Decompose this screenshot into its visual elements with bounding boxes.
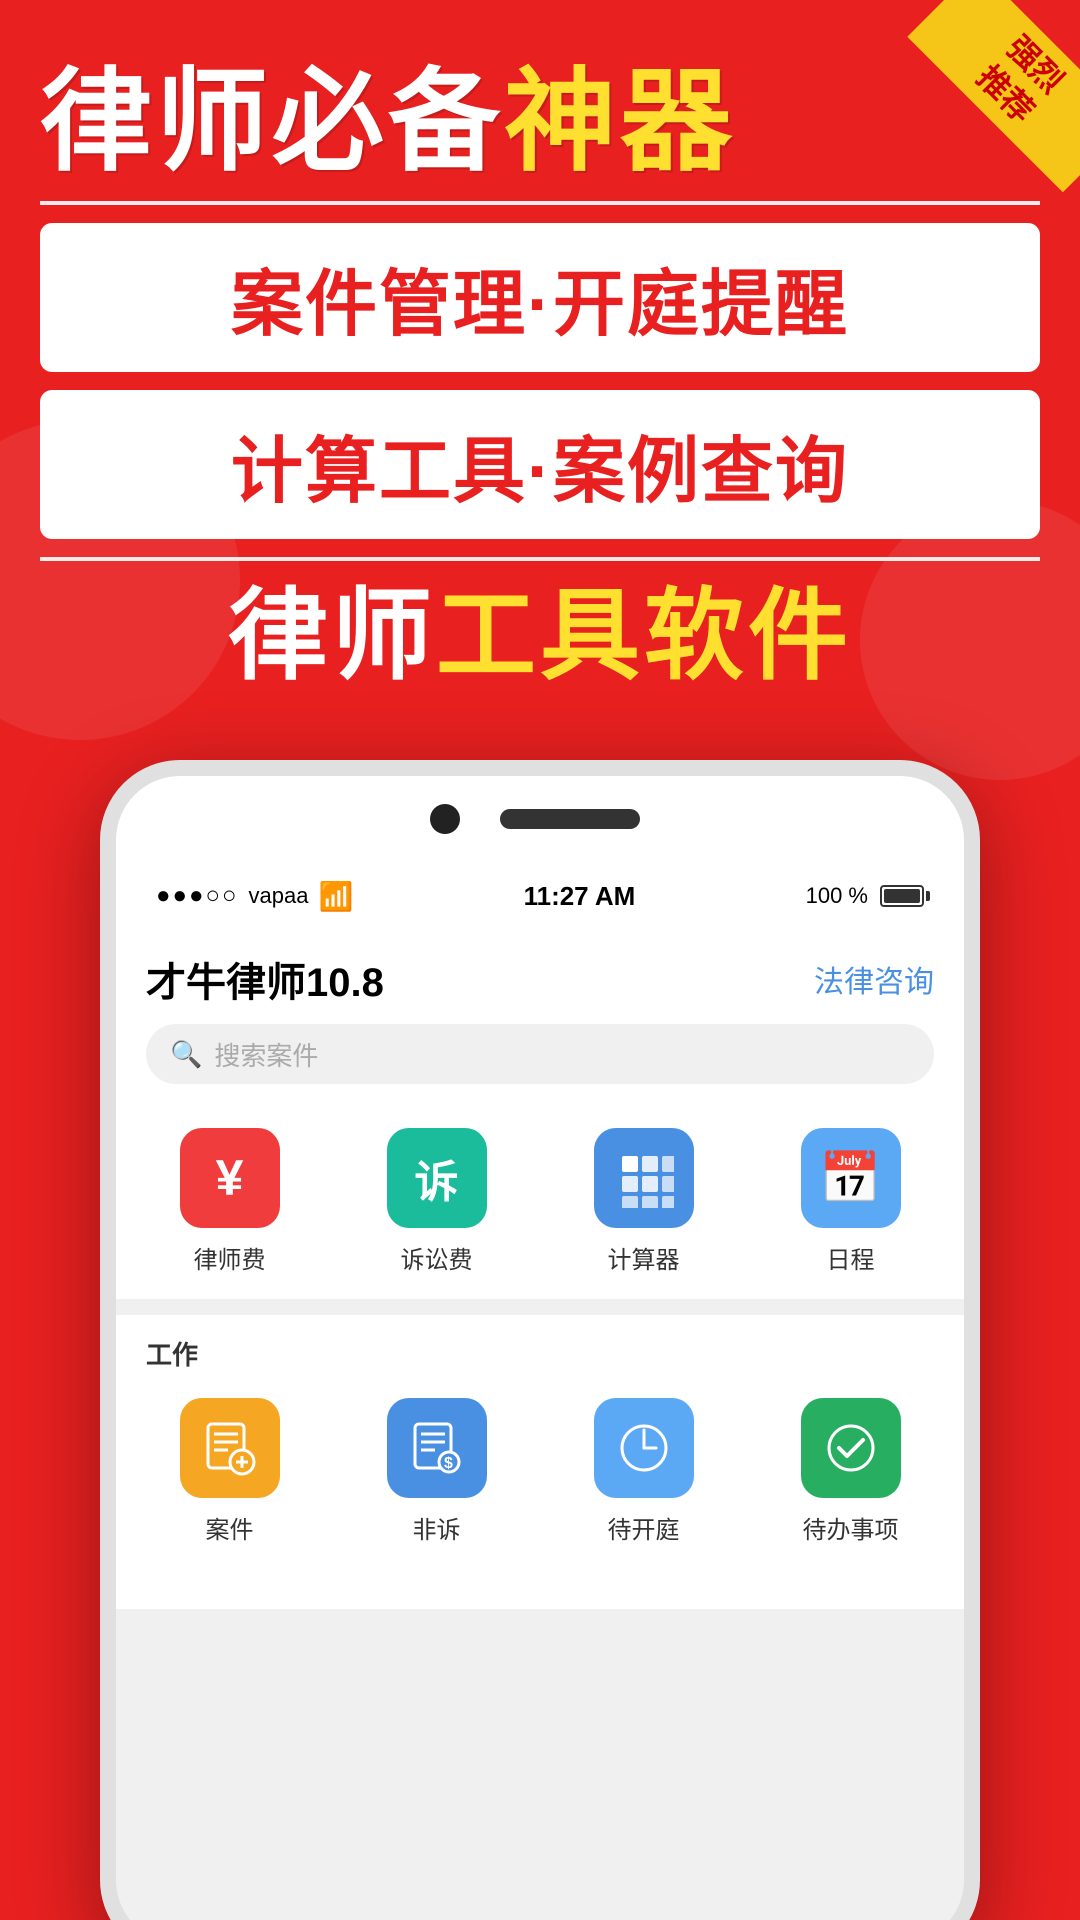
work-item-non-litigation[interactable]: $ 非诉 bbox=[357, 1398, 517, 1545]
phone-top bbox=[116, 776, 964, 866]
search-bar-container: 🔍 搜索案件 bbox=[116, 1024, 964, 1104]
tool-label-litigation-fee: 诉讼费 bbox=[401, 1240, 473, 1275]
title-line3-part1: 律师 bbox=[228, 580, 436, 692]
hero-title-line3: 律师工具软件 bbox=[40, 579, 1040, 694]
phone-camera bbox=[430, 804, 460, 834]
phone-bottom-cut bbox=[116, 1569, 964, 1609]
search-icon: 🔍 bbox=[170, 1039, 202, 1070]
work-section-header: 工作 bbox=[116, 1315, 964, 1382]
work-icon-pending-hearing bbox=[594, 1398, 694, 1498]
divider-1 bbox=[40, 201, 1040, 205]
tool-icon-lawyer-fee: ¥ bbox=[180, 1128, 280, 1228]
battery-percent: 100 % bbox=[806, 883, 868, 909]
section-divider bbox=[116, 1299, 964, 1315]
battery-icon bbox=[880, 885, 924, 907]
work-label-case: 案件 bbox=[206, 1510, 254, 1545]
app-title: 才牛律师10.8 bbox=[146, 950, 384, 1008]
feature-text-2: 计算工具·案例查询 bbox=[70, 412, 1010, 517]
work-item-pending-hearing[interactable]: 待开庭 bbox=[564, 1398, 724, 1545]
search-input[interactable]: 🔍 搜索案件 bbox=[146, 1024, 934, 1084]
tool-icon-calculator bbox=[594, 1128, 694, 1228]
app-header: 才牛律师10.8 法律咨询 bbox=[116, 926, 964, 1024]
hero-title-line1: 律师必备神器 bbox=[40, 60, 1040, 183]
tool-item-lawyer-fee[interactable]: ¥ 律师费 bbox=[150, 1128, 310, 1275]
promo-area: 律师必备神器 案件管理·开庭提醒 计算工具·案例查询 律师工具软件 bbox=[0, 0, 1080, 694]
tool-label-calculator: 计算器 bbox=[608, 1240, 680, 1275]
tool-item-calculator[interactable]: 计算器 bbox=[564, 1128, 724, 1275]
work-grid: 案件 $ 非诉 bbox=[116, 1382, 964, 1569]
title-part2: 神器 bbox=[504, 59, 736, 184]
phone-speaker bbox=[500, 809, 640, 829]
work-icon-non-litigation: $ bbox=[387, 1398, 487, 1498]
work-item-todo[interactable]: 待办事项 bbox=[771, 1398, 931, 1545]
work-label-todo: 待办事项 bbox=[803, 1510, 899, 1545]
tool-item-litigation-fee[interactable]: 诉 诉讼费 bbox=[357, 1128, 517, 1275]
tool-icon-litigation-fee: 诉 bbox=[387, 1128, 487, 1228]
search-placeholder: 搜索案件 bbox=[214, 1036, 318, 1073]
work-icon-case bbox=[180, 1398, 280, 1498]
wifi-icon: 📶 bbox=[318, 880, 353, 913]
feature-box-1: 案件管理·开庭提醒 bbox=[40, 223, 1040, 372]
svg-text:$: $ bbox=[444, 1455, 453, 1472]
phone-mockup: ●●●○○ vapaa 📶 11:27 AM 100 % 才牛律师10.8 法律… bbox=[100, 760, 980, 1920]
status-left: ●●●○○ vapaa 📶 bbox=[156, 880, 353, 913]
title-part1: 律师必备 bbox=[40, 59, 504, 184]
tool-icon-schedule: 📅 bbox=[801, 1128, 901, 1228]
page-wrapper: 强烈 推荐 律师必备神器 案件管理·开庭提醒 计算工具·案例查询 律师工具软件 bbox=[0, 0, 1080, 1920]
tools-grid: ¥ 律师费 诉 诉讼费 bbox=[116, 1104, 964, 1299]
tool-label-lawyer-fee: 律师费 bbox=[194, 1240, 266, 1275]
carrier-label: vapaa bbox=[248, 883, 308, 909]
work-label-non-litigation: 非诉 bbox=[413, 1510, 461, 1545]
time-label: 11:27 AM bbox=[524, 881, 636, 912]
tool-label-schedule: 日程 bbox=[827, 1240, 875, 1275]
tool-item-schedule[interactable]: 📅 日程 bbox=[771, 1128, 931, 1275]
app-link[interactable]: 法律咨询 bbox=[814, 957, 934, 1001]
status-right: 100 % bbox=[806, 883, 924, 909]
divider-2 bbox=[40, 557, 1040, 561]
feature-box-2: 计算工具·案例查询 bbox=[40, 390, 1040, 539]
title-line3-part2: 工具软件 bbox=[436, 580, 852, 692]
status-bar: ●●●○○ vapaa 📶 11:27 AM 100 % bbox=[116, 866, 964, 926]
work-item-case[interactable]: 案件 bbox=[150, 1398, 310, 1545]
work-label-pending-hearing: 待开庭 bbox=[608, 1510, 680, 1545]
battery-fill bbox=[884, 889, 920, 903]
signal-icon: ●●●○○ bbox=[156, 882, 238, 910]
feature-text-1: 案件管理·开庭提醒 bbox=[70, 245, 1010, 350]
work-icon-todo bbox=[801, 1398, 901, 1498]
